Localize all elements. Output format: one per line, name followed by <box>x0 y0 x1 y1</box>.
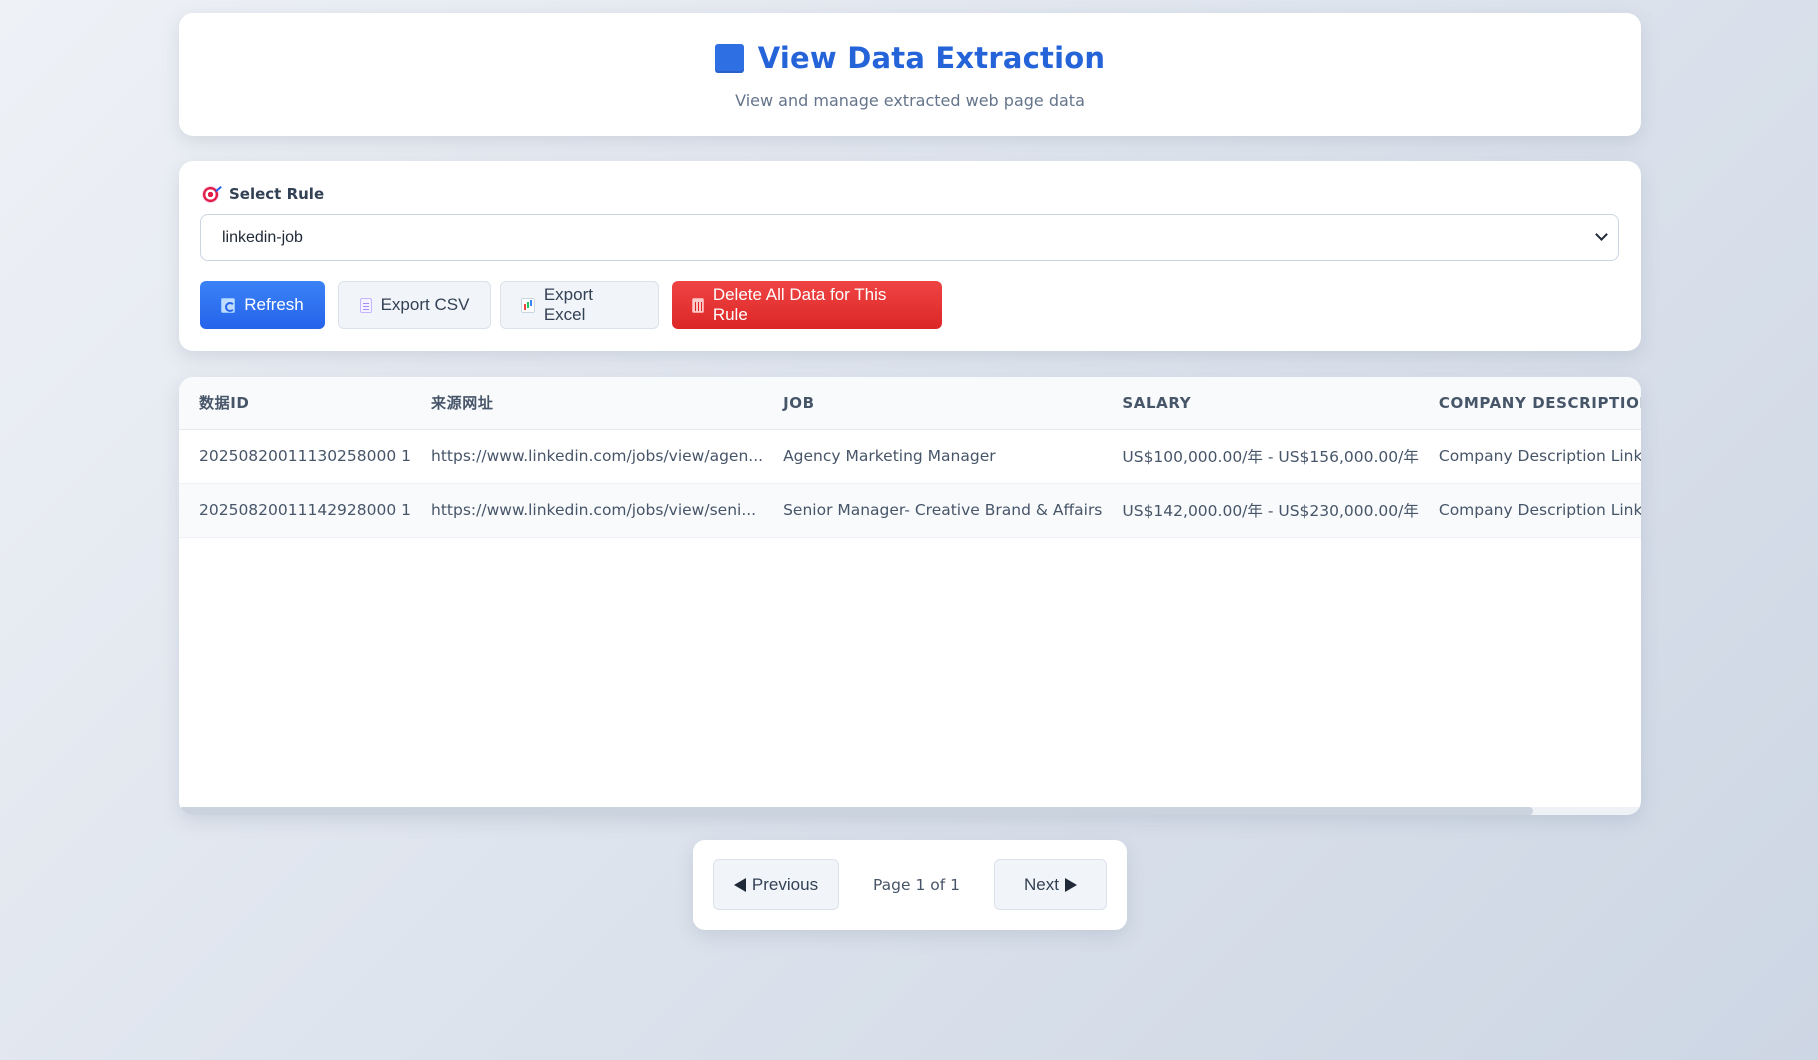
next-label: Next <box>1024 874 1059 894</box>
trash-icon <box>692 297 704 313</box>
action-buttons: Refresh Export CSV Export Excel Delete A… <box>200 281 951 329</box>
export-excel-button[interactable]: Export Excel <box>500 281 659 329</box>
previous-page-button[interactable]: Previous <box>713 859 839 910</box>
data-table-card: 数据ID 来源网址 JOB SALARY COMPANY DESCRIPTION… <box>179 377 1641 815</box>
cell-id: 20250820011130258000 1 <box>179 429 412 484</box>
title-row: View Data Extraction <box>179 41 1641 75</box>
table-header-row: 数据ID 来源网址 JOB SALARY COMPANY DESCRIPTION <box>179 377 1641 430</box>
select-rule-label-text: Select Rule <box>229 185 325 203</box>
page-title: View Data Extraction <box>757 41 1106 75</box>
data-table: 数据ID 来源网址 JOB SALARY COMPANY DESCRIPTION… <box>179 377 1641 538</box>
refresh-button[interactable]: Refresh <box>200 281 325 329</box>
column-header-source-url[interactable]: 来源网址 <box>411 377 764 430</box>
previous-label: Previous <box>751 874 819 894</box>
table-row[interactable]: 20250820011142928000 1 https://www.linke… <box>179 483 1641 538</box>
export-excel-label: Export Excel <box>543 285 593 324</box>
cell-salary: US$100,000.00/年 - US$156,000.00/年 <box>1102 429 1419 484</box>
rule-select-value: linkedin-job <box>222 228 303 246</box>
horizontal-scrollbar[interactable] <box>179 807 1641 815</box>
column-header-id[interactable]: 数据ID <box>179 377 412 430</box>
triangle-left-icon <box>733 877 746 892</box>
cell-salary: US$142,000.00/年 - US$230,000.00/年 <box>1102 483 1419 538</box>
scrollbar-thumb[interactable] <box>179 807 1533 815</box>
target-icon <box>202 185 219 203</box>
delete-all-button[interactable]: Delete All Data for This Rule <box>672 281 942 329</box>
column-header-job[interactable]: JOB <box>763 377 1103 430</box>
cell-company-description: Company Description LinkedIn <box>1418 429 1641 484</box>
select-rule-label: Select Rule <box>202 185 324 203</box>
cell-source-url[interactable]: https://www.linkedin.com/jobs/view/seni.… <box>411 483 764 538</box>
cell-id: 20250820011142928000 1 <box>179 483 412 538</box>
delete-all-label: Delete All Data for This Rule <box>712 285 887 324</box>
cell-source-url[interactable]: https://www.linkedin.com/jobs/view/agen.… <box>411 429 764 484</box>
pagination: Previous Page 1 of 1 Next <box>693 840 1127 930</box>
document-icon <box>359 297 372 313</box>
cell-job: Senior Manager- Creative Brand & Affairs <box>763 483 1103 538</box>
cell-company-description: Company Description LinkedIn <box>1418 483 1641 538</box>
cell-job: Agency Marketing Manager <box>763 429 1103 484</box>
export-csv-label: Export CSV <box>380 295 470 314</box>
rule-card: Select Rule linkedin-job Refresh Export … <box>179 161 1641 351</box>
triangle-right-icon <box>1064 877 1077 892</box>
header-card: View Data Extraction View and manage ext… <box>179 13 1641 136</box>
blue-square-icon <box>714 43 744 73</box>
next-page-button[interactable]: Next <box>994 859 1107 910</box>
export-csv-button[interactable]: Export CSV <box>338 281 491 329</box>
refresh-icon <box>221 297 236 313</box>
bar-chart-icon <box>521 297 535 313</box>
page-info: Page 1 of 1 <box>873 876 960 894</box>
refresh-button-label: Refresh <box>244 295 304 314</box>
table-scroll-area[interactable]: 数据ID 来源网址 JOB SALARY COMPANY DESCRIPTION… <box>179 377 1641 807</box>
column-header-salary[interactable]: SALARY <box>1102 377 1419 430</box>
rule-select[interactable]: linkedin-job <box>200 214 1619 261</box>
table-row[interactable]: 20250820011130258000 1 https://www.linke… <box>179 429 1641 484</box>
chevron-down-icon <box>1595 228 1608 241</box>
column-header-company-description[interactable]: COMPANY DESCRIPTION <box>1418 377 1641 430</box>
page-subtitle: View and manage extracted web page data <box>735 91 1085 110</box>
